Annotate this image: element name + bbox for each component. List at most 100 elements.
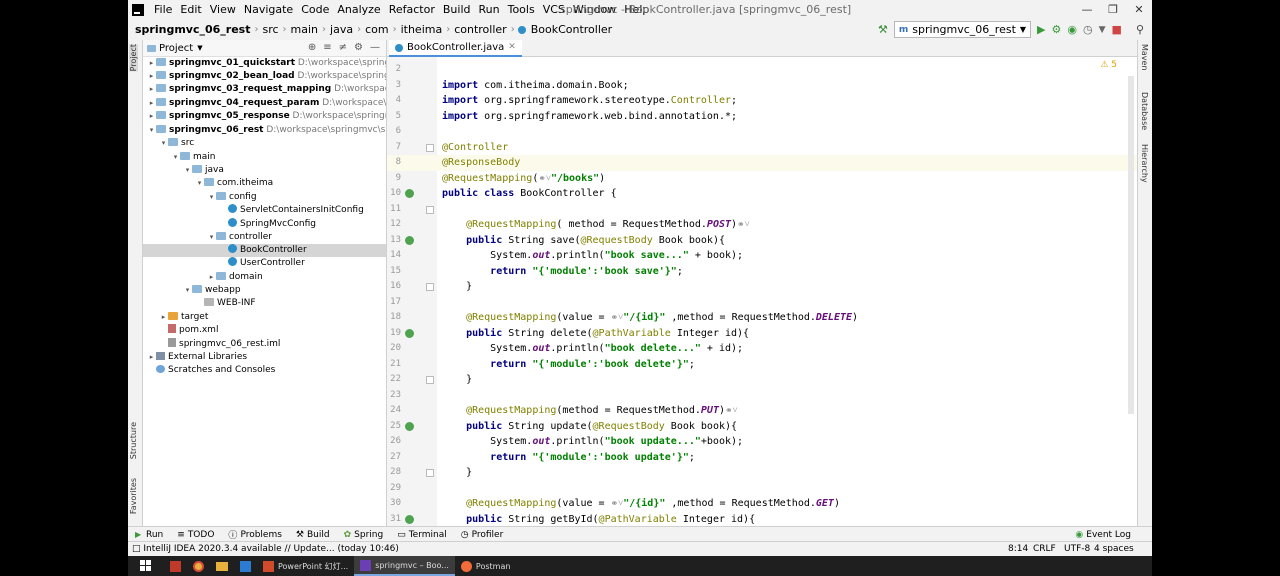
taskbar-intellij[interactable]: springmvc – Boo... bbox=[354, 556, 455, 576]
collapsed-arrow-icon[interactable]: ▸ bbox=[147, 97, 156, 110]
taskbar-postman[interactable]: Postman bbox=[455, 556, 517, 576]
favorites-tool-tab[interactable]: Favorites bbox=[129, 478, 138, 514]
tree-item-module[interactable]: ▸ springmvc_01_quickstart D:\workspace\sp… bbox=[143, 57, 386, 70]
collapsed-arrow-icon[interactable]: ▸ bbox=[147, 83, 156, 96]
run-icon[interactable]: ▶ bbox=[1037, 23, 1045, 36]
close-tab-icon[interactable]: ✕ bbox=[508, 40, 516, 55]
expanded-arrow-icon[interactable]: ▾ bbox=[195, 177, 204, 190]
tree-item-package-config[interactable]: ▾ config bbox=[143, 191, 386, 204]
code-line[interactable]: 5 import org.springframework.web.bind.ann… bbox=[387, 109, 1137, 125]
tree-item-module[interactable]: ▸ springmvc_04_request_param D:\workspace… bbox=[143, 97, 386, 110]
code-line[interactable]: 8 @ResponseBody bbox=[387, 155, 1137, 171]
code-line[interactable]: 18 @RequestMapping(value = ⚭˅"/{id}" ,me… bbox=[387, 310, 1137, 326]
indent-setting[interactable]: 4 spaces bbox=[1094, 542, 1134, 556]
terminal-tool-button[interactable]: ▭ Terminal bbox=[390, 530, 454, 540]
menu-file[interactable]: File bbox=[150, 3, 176, 16]
spring-bean-gutter-icon[interactable] bbox=[405, 235, 414, 245]
structure-tool-tab[interactable]: Structure bbox=[129, 422, 138, 459]
code-line[interactable]: 23 bbox=[387, 388, 1137, 404]
tree-item-class-springmvcconfig[interactable]: SpringMvcConfig bbox=[143, 218, 386, 231]
breadcrumb-main[interactable]: main bbox=[288, 23, 321, 36]
expanded-arrow-icon[interactable]: ▾ bbox=[171, 151, 180, 164]
code-line[interactable]: 19 public String delete(@PathVariable In… bbox=[387, 326, 1137, 342]
tree-item-folder-src[interactable]: ▾ src bbox=[143, 137, 386, 150]
spring-bean-gutter-icon[interactable] bbox=[405, 328, 414, 338]
tree-item-folder-main[interactable]: ▾ main bbox=[143, 151, 386, 164]
hide-icon[interactable]: — bbox=[370, 42, 380, 53]
problems-tool-button[interactable]: ⓘ Problems bbox=[221, 528, 289, 542]
build-tool-button[interactable]: ⚒ Build bbox=[289, 530, 337, 540]
fold-marker-icon[interactable] bbox=[426, 283, 434, 291]
menu-analyze[interactable]: Analyze bbox=[333, 3, 384, 16]
taskbar-app-1[interactable] bbox=[164, 556, 187, 576]
breadcrumb-bookcontroller[interactable]: BookController bbox=[528, 23, 616, 36]
expanded-arrow-icon[interactable]: ▾ bbox=[147, 124, 156, 137]
project-tool-tab[interactable]: Project bbox=[129, 44, 138, 72]
code-line[interactable]: 24 @RequestMapping(method = RequestMetho… bbox=[387, 403, 1137, 419]
search-everywhere-icon[interactable]: ⚲ bbox=[1136, 23, 1144, 36]
warnings-indicator[interactable]: ⚠ 5 bbox=[1100, 60, 1117, 70]
maven-tool-tab[interactable]: Maven bbox=[1140, 44, 1149, 71]
code-line[interactable]: 28 } bbox=[387, 465, 1137, 481]
breadcrumb-itheima[interactable]: itheima bbox=[398, 23, 446, 36]
more-run-icon[interactable]: ▼ bbox=[1099, 25, 1106, 35]
taskbar-app-5[interactable] bbox=[234, 556, 257, 576]
breadcrumb-com[interactable]: com bbox=[362, 23, 392, 36]
hierarchy-tool-tab[interactable]: Hierarchy bbox=[1140, 144, 1149, 183]
vertical-scrollbar[interactable] bbox=[1128, 76, 1134, 414]
tree-item-module[interactable]: ▸ springmvc_03_request_mapping D:\workspa… bbox=[143, 83, 386, 96]
code-line[interactable]: 21 return "{'module':'book delete'}"; bbox=[387, 357, 1137, 373]
breadcrumb-project[interactable]: springmvc_06_rest bbox=[132, 23, 253, 36]
code-line[interactable]: 11 bbox=[387, 202, 1137, 218]
collapsed-arrow-icon[interactable]: ▸ bbox=[147, 351, 156, 364]
taskbar-chrome[interactable] bbox=[187, 556, 210, 576]
collapsed-arrow-icon[interactable]: ▸ bbox=[147, 110, 156, 123]
tree-item-package-com-itheima[interactable]: ▾ com.itheima bbox=[143, 177, 386, 190]
gear-icon[interactable]: ⚙ bbox=[354, 42, 363, 53]
code-line[interactable]: 30 @RequestMapping(value = ⚭˅"/{id}" ,me… bbox=[387, 496, 1137, 512]
code-line[interactable]: 4 import org.springframework.stereotype.C… bbox=[387, 93, 1137, 109]
tree-item-scratches-and-consoles[interactable]: Scratches and Consoles bbox=[143, 364, 386, 377]
minimize-icon[interactable]: — bbox=[1074, 0, 1100, 19]
fold-marker-icon[interactable] bbox=[426, 376, 434, 384]
collapse-all-icon[interactable]: ≠ bbox=[339, 42, 347, 53]
menu-run[interactable]: Run bbox=[475, 3, 504, 16]
code-line[interactable]: 12 @RequestMapping( method = RequestMeth… bbox=[387, 217, 1137, 233]
code-line[interactable]: 14 System.out.println("book save..." + b… bbox=[387, 248, 1137, 264]
tree-item-folder-java[interactable]: ▾ java bbox=[143, 164, 386, 177]
breadcrumb-controller[interactable]: controller bbox=[451, 23, 509, 36]
project-view-selector[interactable]: Project bbox=[159, 43, 193, 54]
expanded-arrow-icon[interactable]: ▾ bbox=[207, 191, 216, 204]
fold-marker-icon[interactable] bbox=[426, 143, 434, 152]
code-line[interactable]: 9 @RequestMapping(⚭˅"/books") bbox=[387, 171, 1137, 187]
code-line[interactable]: 31 public String getById(@PathVariable I… bbox=[387, 512, 1137, 527]
hammer-icon[interactable]: ⚒ bbox=[878, 23, 888, 36]
taskbar-explorer[interactable] bbox=[210, 556, 234, 576]
tree-item-file-pom-xml[interactable]: pom.xml bbox=[143, 324, 386, 337]
file-encoding[interactable]: UTF-8 bbox=[1064, 542, 1090, 556]
code-line[interactable]: 27 return "{'module':'book update'}"; bbox=[387, 450, 1137, 466]
code-line[interactable]: 29 bbox=[387, 481, 1137, 497]
code-line[interactable]: 17 bbox=[387, 295, 1137, 311]
tree-item-file-iml[interactable]: springmvc_06_rest.iml bbox=[143, 338, 386, 351]
menu-tools[interactable]: Tools bbox=[504, 3, 539, 16]
status-message[interactable]: IntelliJ IDEA 2020.3.4 available // Upda… bbox=[143, 544, 399, 554]
tree-item-package-controller[interactable]: ▾ controller bbox=[143, 231, 386, 244]
breadcrumb-java[interactable]: java bbox=[327, 23, 356, 36]
menu-build[interactable]: Build bbox=[439, 3, 475, 16]
taskbar-powerpoint[interactable]: PowerPoint 幻灯... bbox=[257, 556, 354, 576]
tree-item-class-servletcontainersinitconfig[interactable]: ServletContainersInitConfig bbox=[143, 204, 386, 217]
debug-icon[interactable]: ⚙ bbox=[1052, 23, 1062, 36]
chevron-down-icon[interactable]: ▼ bbox=[197, 44, 202, 52]
coverage-icon[interactable]: ◉ bbox=[1067, 23, 1077, 36]
database-tool-tab[interactable]: Database bbox=[1140, 92, 1149, 130]
editor-tab-bookcontroller[interactable]: BookController.java ✕ bbox=[389, 40, 522, 57]
menu-edit[interactable]: Edit bbox=[176, 3, 205, 16]
menu-navigate[interactable]: Navigate bbox=[240, 3, 297, 16]
code-line[interactable]: 25 public String update(@RequestBody Boo… bbox=[387, 419, 1137, 435]
code-line[interactable]: 20 System.out.println("book delete..." +… bbox=[387, 341, 1137, 357]
menu-code[interactable]: Code bbox=[297, 3, 333, 16]
restore-icon[interactable]: ❐ bbox=[1100, 0, 1126, 19]
expanded-arrow-icon[interactable]: ▾ bbox=[183, 164, 192, 177]
code-line[interactable]: 2 bbox=[387, 62, 1137, 78]
